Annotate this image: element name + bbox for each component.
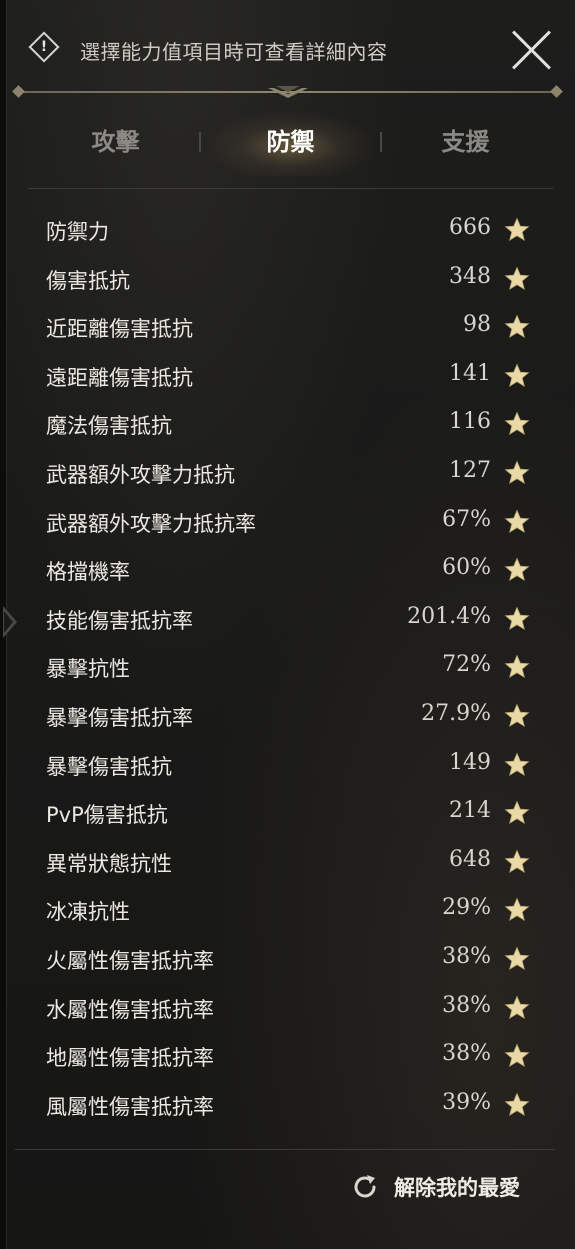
stat-row[interactable]: PvP傷害抵抗 214: [0, 789, 575, 838]
stat-label: 火屬性傷害抵抗率: [46, 948, 214, 973]
favorite-star-icon[interactable]: [504, 1092, 530, 1118]
favorite-star-icon[interactable]: [504, 946, 530, 972]
stat-value: 38%: [442, 943, 491, 969]
stat-row[interactable]: 異常狀態抗性 648: [0, 838, 575, 887]
divider-right-diamond: [550, 85, 563, 98]
stat-label: 水屬性傷害抵抗率: [46, 997, 214, 1022]
stat-row[interactable]: 暴擊傷害抵抗 149: [0, 741, 575, 790]
stat-label: 暴擊傷害抵抗率: [46, 705, 193, 730]
favorite-star-icon[interactable]: [504, 509, 530, 535]
stat-row[interactable]: 水屬性傷害抵抗率 38%: [0, 984, 575, 1033]
stat-row[interactable]: 冰凍抗性 29%: [0, 886, 575, 935]
stat-row[interactable]: 魔法傷害抵抗 116: [0, 400, 575, 449]
favorite-star-icon[interactable]: [504, 606, 530, 632]
tab-defense[interactable]: 防禦: [203, 122, 378, 157]
favorite-star-icon[interactable]: [504, 460, 530, 486]
stat-row[interactable]: 傷害抵抗 348: [0, 255, 575, 304]
favorite-star-icon[interactable]: [504, 654, 530, 680]
stat-row[interactable]: 火屬性傷害抵抗率 38%: [0, 935, 575, 984]
footer-divider: [15, 1149, 555, 1150]
remove-favorites-label: 解除我的最愛: [394, 1176, 520, 1200]
stat-row[interactable]: 地屬性傷害抵抗率 38%: [0, 1032, 575, 1081]
stat-label: 冰凍抗性: [46, 900, 130, 925]
stat-row[interactable]: 風屬性傷害抵抗率 39%: [0, 1081, 575, 1130]
stat-value: 201.4%: [407, 603, 491, 629]
stat-value: 348: [449, 263, 491, 289]
stat-label: 暴擊傷害抵抗: [46, 754, 172, 779]
remove-favorites-button[interactable]: 解除我的最愛: [350, 1170, 520, 1204]
favorite-star-icon[interactable]: [504, 314, 530, 340]
stat-row[interactable]: 暴擊抗性 72%: [0, 643, 575, 692]
stat-label: 魔法傷害抵抗: [46, 414, 172, 439]
favorite-star-icon[interactable]: [504, 363, 530, 389]
stat-value: 149: [449, 749, 491, 775]
stat-label: 格擋機率: [46, 560, 130, 585]
tab-attack[interactable]: 攻擊: [28, 122, 203, 157]
tabs-underline: [28, 188, 553, 189]
stat-label: 異常狀態抗性: [46, 851, 172, 876]
stat-label: PvP傷害抵抗: [46, 803, 168, 828]
stat-row[interactable]: 近距離傷害抵抗 98: [0, 303, 575, 352]
stat-value: 60%: [442, 555, 491, 581]
favorite-star-icon[interactable]: [504, 557, 530, 583]
tab-separator: [199, 132, 201, 152]
stat-value: 214: [449, 798, 491, 824]
stat-value: 29%: [442, 895, 491, 921]
stat-value: 38%: [442, 992, 491, 1018]
stat-value: 116: [449, 409, 491, 435]
stat-value: 666: [449, 215, 491, 240]
stat-value: 27.9%: [421, 700, 491, 726]
favorite-star-icon[interactable]: [504, 800, 530, 826]
stat-label: 地屬性傷害抵抗率: [46, 1046, 214, 1071]
favorite-star-icon[interactable]: [504, 703, 530, 729]
favorite-star-icon[interactable]: [504, 849, 530, 875]
hint-text: 選擇能力值項目時可查看詳細內容: [80, 40, 388, 64]
stat-value: 72%: [442, 652, 491, 678]
stat-label: 技能傷害抵抗率: [46, 608, 193, 633]
tab-bar: 攻擊 防禦 支援: [28, 110, 553, 176]
favorite-star-icon[interactable]: [504, 752, 530, 778]
close-button[interactable]: [510, 28, 554, 72]
stat-row[interactable]: 暴擊傷害抵抗率 27.9%: [0, 692, 575, 741]
favorite-star-icon[interactable]: [504, 994, 530, 1021]
stat-list: 防禦力 666 傷害抵抗 348 近距離傷害抵抗 98 遠距離傷害抵抗 141 魔法傷害抵抗 11…: [0, 206, 575, 1129]
stat-label: 暴擊抗性: [46, 657, 130, 682]
stat-label: 武器額外攻擊力抵抗率: [46, 511, 256, 536]
favorite-star-icon[interactable]: [504, 217, 530, 243]
stat-value: 98: [463, 312, 491, 338]
stat-value: 141: [449, 360, 491, 386]
stat-value: 648: [449, 846, 491, 872]
stat-row[interactable]: 遠距離傷害抵抗 141: [0, 352, 575, 401]
stat-label: 近距離傷害抵抗: [46, 317, 193, 342]
stat-value: 39%: [442, 1089, 491, 1115]
stat-value: 127: [449, 457, 491, 483]
tab-support[interactable]: 支援: [378, 122, 553, 157]
favorite-star-icon[interactable]: [504, 897, 530, 923]
stat-label: 武器額外攻擊力抵抗: [46, 462, 235, 487]
stat-row[interactable]: 防禦力 666: [0, 206, 575, 255]
stat-label: 遠距離傷害抵抗: [46, 365, 193, 390]
stat-row[interactable]: 格擋機率 60%: [0, 546, 575, 595]
favorite-star-icon[interactable]: [504, 266, 530, 292]
stat-label: 風屬性傷害抵抗率: [46, 1094, 214, 1119]
stat-row[interactable]: 武器額外攻擊力抵抗率 67%: [0, 498, 575, 547]
favorite-star-icon[interactable]: [504, 1043, 530, 1069]
refresh-icon: [354, 1175, 376, 1198]
stat-value: 38%: [442, 1041, 491, 1067]
favorite-star-icon[interactable]: [504, 411, 530, 437]
stat-row[interactable]: 武器額外攻擊力抵抗 127: [0, 449, 575, 498]
stat-row[interactable]: 技能傷害抵抗率 201.4%: [0, 595, 575, 644]
stat-label: 防禦力: [46, 220, 109, 244]
exclamation-diamond-icon: !: [28, 31, 60, 63]
divider-left-diamond: [12, 85, 25, 98]
stat-value: 67%: [442, 506, 491, 532]
stat-label: 傷害抵抗: [46, 268, 130, 293]
divider-chevron-icon: [268, 86, 308, 98]
panel-header: ! 選擇能力值項目時可查看詳細內容: [0, 0, 575, 100]
